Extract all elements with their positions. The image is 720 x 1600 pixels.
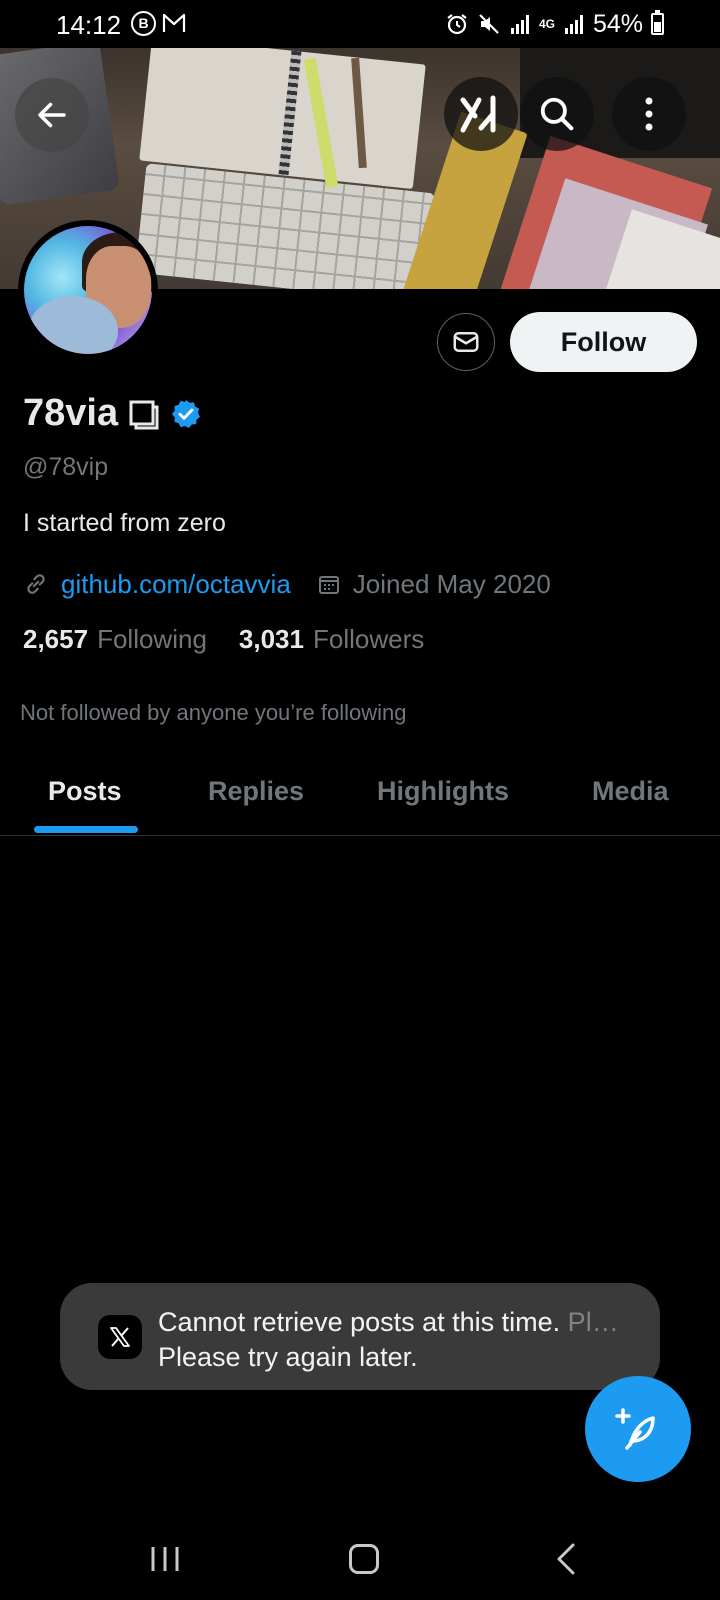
message-button[interactable] xyxy=(437,313,495,371)
mute-icon xyxy=(479,14,499,34)
mail-icon xyxy=(453,332,479,352)
battery-icon xyxy=(651,10,664,35)
avatar[interactable] xyxy=(18,220,158,360)
followers-stat[interactable]: 3,031 Followers xyxy=(239,624,424,655)
profile-link[interactable]: github.com/octavvia xyxy=(61,569,291,600)
follow-stats: 2,657 Following 3,031 Followers xyxy=(23,624,424,655)
system-navigation-bar xyxy=(0,1510,720,1600)
square-emoji-icon xyxy=(129,400,159,429)
active-tab-indicator xyxy=(34,826,138,833)
tab-posts[interactable]: Posts xyxy=(48,776,122,807)
alarm-icon xyxy=(447,14,467,35)
grok-icon xyxy=(460,95,496,133)
more-vertical-icon xyxy=(645,97,653,131)
tab-replies[interactable]: Replies xyxy=(208,776,304,807)
arrow-left-icon xyxy=(38,102,66,128)
handle: @78vip xyxy=(23,453,109,481)
display-name-text: 78via xyxy=(23,392,119,434)
toast-message: Cannot retrieve posts at this time. Plea… xyxy=(158,1307,561,1372)
link-icon xyxy=(27,574,45,594)
x-logo-icon xyxy=(98,1315,142,1359)
profile-tabs: Posts Replies Highlights Media xyxy=(0,748,720,836)
search-button[interactable] xyxy=(520,77,594,151)
verified-badge-icon[interactable] xyxy=(170,398,202,430)
calendar-icon xyxy=(318,576,339,594)
more-options-button[interactable] xyxy=(612,77,686,151)
network-type: 4G xyxy=(538,17,555,31)
home-icon[interactable] xyxy=(349,1544,379,1574)
following-label: Following xyxy=(97,624,207,654)
profile-meta: github.com/octavvia Joined May 2020 xyxy=(23,566,551,602)
compose-feather-icon xyxy=(615,1408,655,1450)
bio: I started from zero xyxy=(23,509,226,537)
signal-icon-2 xyxy=(564,15,583,34)
status-bar: 14:12 B 4G 54% xyxy=(0,0,720,48)
nav-back-icon[interactable] xyxy=(555,1542,577,1576)
not-followed-notice: Not followed by anyone you’re following xyxy=(20,700,407,725)
followers-label: Followers xyxy=(312,624,425,654)
compose-post-button[interactable] xyxy=(585,1376,691,1482)
tab-media[interactable]: Media xyxy=(592,776,669,807)
follow-button[interactable]: Follow xyxy=(510,312,697,372)
display-name: 78via xyxy=(23,392,202,435)
signal-icon xyxy=(510,15,529,34)
following-count: 2,657 xyxy=(23,624,89,654)
back-button[interactable] xyxy=(15,78,89,152)
joined-date: Joined May 2020 xyxy=(352,568,551,599)
b-notification-icon: B xyxy=(131,11,156,36)
search-icon xyxy=(540,97,574,131)
following-stat[interactable]: 2,657 Following xyxy=(23,624,207,655)
battery-percent: 54% xyxy=(592,9,643,38)
error-toast: Cannot retrieve posts at this time. Plea… xyxy=(60,1283,660,1390)
recents-icon[interactable] xyxy=(150,1544,180,1574)
status-icons: 4G 54% xyxy=(445,10,664,38)
grok-button[interactable] xyxy=(444,77,518,151)
status-time: 14:12 xyxy=(56,10,122,40)
tab-highlights[interactable]: Highlights xyxy=(377,776,509,807)
followers-count: 3,031 xyxy=(238,624,304,654)
avatar-image xyxy=(24,226,152,354)
gmail-icon xyxy=(162,13,186,32)
